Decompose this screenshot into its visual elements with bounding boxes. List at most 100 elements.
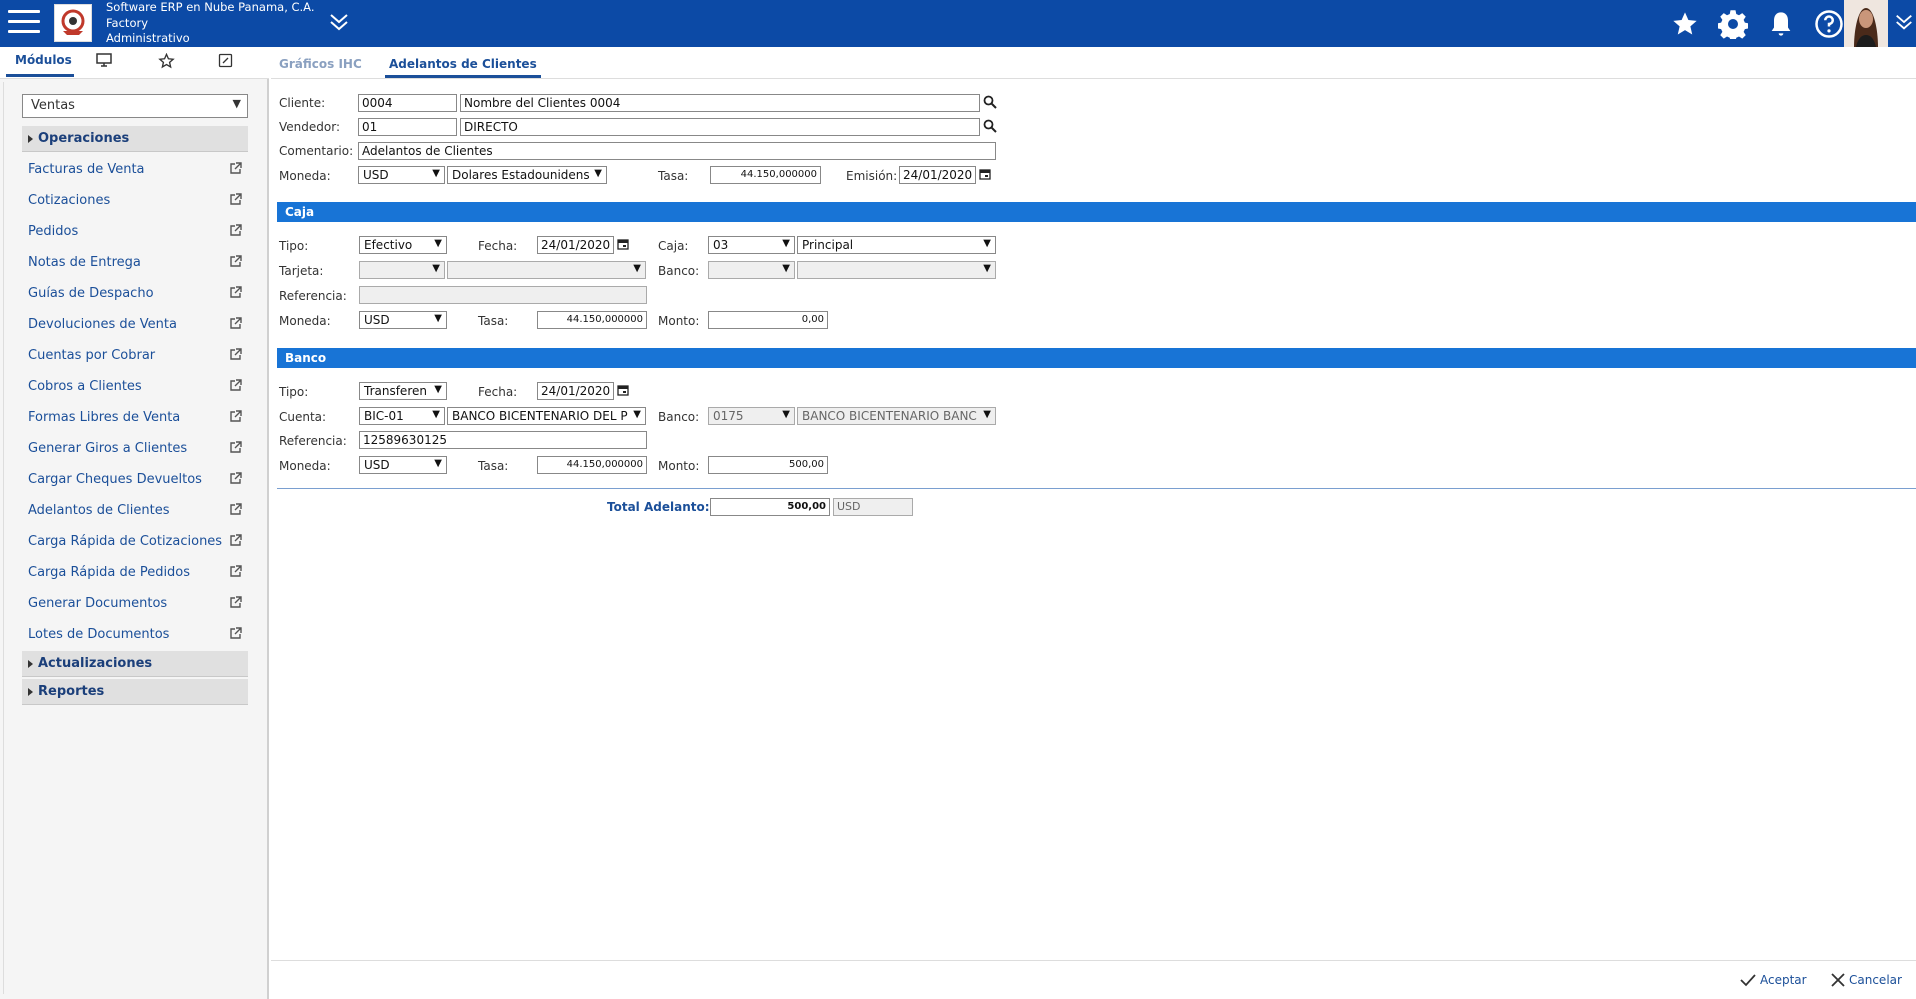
group-reportes[interactable]: Reportes [22, 679, 248, 705]
banco-referencia-field[interactable]: 12589630125 [359, 431, 647, 449]
external-link-icon[interactable] [229, 255, 242, 272]
external-link-icon[interactable] [229, 193, 242, 210]
dropdown-arrow-icon: ▼ [594, 168, 602, 179]
avatar[interactable] [1844, 0, 1888, 47]
tasa-field[interactable]: 44.150,000000 [710, 166, 821, 184]
banco-tasa-field[interactable]: 44.150,000000 [537, 456, 647, 474]
dropdown-arrow-icon: ▼ [434, 238, 442, 249]
external-link-icon[interactable] [229, 162, 242, 179]
sidebar-item[interactable]: Devoluciones de Venta [22, 309, 248, 340]
banco-fecha-field[interactable]: 24/01/2020 [537, 382, 614, 400]
cliente-name-field[interactable]: Nombre del Clientes 0004 [460, 94, 980, 112]
tab-graficos-ihc[interactable]: Gráficos IHC [279, 57, 362, 71]
star-icon[interactable] [1668, 7, 1702, 41]
calendar-icon[interactable] [617, 384, 629, 399]
sidebar-item[interactable]: Cotizaciones [22, 185, 248, 216]
external-link-icon[interactable] [229, 472, 242, 489]
help-icon[interactable] [1812, 7, 1846, 41]
sidebar-item[interactable]: Lotes de Documentos [22, 619, 248, 650]
sidebar-item[interactable]: Adelantos de Clientes [22, 495, 248, 526]
comentario-field[interactable]: Adelantos de Clientes [358, 142, 996, 160]
external-link-icon[interactable] [229, 224, 242, 241]
tarjeta-name-select[interactable]: ▼ [447, 261, 646, 279]
external-link-icon[interactable] [229, 565, 242, 582]
sidebar-item[interactable]: Cobros a Clientes [22, 371, 248, 402]
sidebar-item[interactable]: Facturas de Venta [22, 154, 248, 185]
sidebar-item[interactable]: Cuentas por Cobrar [22, 340, 248, 371]
star-icon[interactable] [158, 52, 175, 77]
chevron-down-icon[interactable] [328, 12, 350, 35]
banco-code-select[interactable]: 0175 ▼ [708, 407, 795, 425]
module-select-value: Ventas [31, 98, 75, 113]
sidebar-item[interactable]: Generar Giros a Clientes [22, 433, 248, 464]
external-link-icon[interactable] [229, 410, 242, 427]
divider [277, 488, 1916, 489]
caja-tipo-select[interactable]: Efectivo ▼ [359, 236, 447, 254]
group-actualizaciones[interactable]: Actualizaciones [22, 651, 248, 677]
comentario-label: Comentario: [279, 144, 354, 158]
moneda-select-value: USD [363, 168, 389, 182]
search-icon[interactable] [983, 95, 997, 112]
sidebar-item[interactable]: Carga Rápida de Cotizaciones [22, 526, 248, 557]
module-select[interactable]: Ventas ▼ [22, 94, 248, 118]
sidebar-item[interactable]: Carga Rápida de Pedidos [22, 557, 248, 588]
group-operaciones[interactable]: Operaciones [22, 126, 248, 152]
sidebar-item[interactable]: Formas Libres de Venta [22, 402, 248, 433]
accept-button[interactable]: Aceptar [1740, 973, 1807, 987]
banco-tipo-select[interactable]: Transferen ▼ [359, 382, 447, 400]
external-link-icon[interactable] [229, 317, 242, 334]
caja-moneda-label: Moneda: [279, 314, 331, 328]
caja-banco-select[interactable]: ▼ [708, 261, 795, 279]
caja-banco-name-select[interactable]: ▼ [797, 261, 996, 279]
sidebar-item[interactable]: Notas de Entrega [22, 247, 248, 278]
caja-referencia-field[interactable] [359, 286, 647, 304]
chevron-down-icon[interactable] [1894, 12, 1914, 35]
external-link-icon[interactable] [229, 286, 242, 303]
calendar-icon[interactable] [979, 168, 991, 183]
menu-icon[interactable] [8, 10, 40, 36]
tab-modulos[interactable]: Módulos [6, 53, 74, 77]
moneda-name-select[interactable]: Dolares Estadounidens ▼ [447, 166, 607, 184]
external-link-icon[interactable] [229, 441, 242, 458]
tab-adelantos-clientes[interactable]: Adelantos de Clientes [385, 57, 541, 78]
tarjeta-select[interactable]: ▼ [359, 261, 445, 279]
external-link-icon[interactable] [229, 348, 242, 365]
monitor-icon[interactable] [96, 53, 112, 77]
banco-moneda-select[interactable]: USD ▼ [359, 456, 447, 474]
caja-moneda-select[interactable]: USD ▼ [359, 311, 447, 329]
banco-monto-field[interactable]: 500,00 [708, 456, 828, 474]
sidebar-item[interactable]: Cargar Cheques Devueltos [22, 464, 248, 495]
sidebar-item[interactable]: Generar Documentos [22, 588, 248, 619]
calendar-icon[interactable] [617, 238, 629, 253]
tasa-label: Tasa: [658, 169, 689, 183]
edit-note-icon[interactable] [218, 53, 233, 77]
external-link-icon[interactable] [229, 596, 242, 613]
tarjeta-label: Tarjeta: [279, 264, 324, 278]
cancel-button[interactable]: Cancelar [1831, 973, 1902, 987]
gear-icon[interactable] [1716, 7, 1750, 41]
sidebar-item[interactable]: Pedidos [22, 216, 248, 247]
vendedor-code-field[interactable]: 01 [358, 118, 457, 136]
caja-monto-field[interactable]: 0,00 [708, 311, 828, 329]
emision-date-field[interactable]: 24/01/2020 [899, 166, 976, 184]
caja-tasa-field[interactable]: 44.150,000000 [537, 311, 647, 329]
cuenta-code-select[interactable]: BIC-01 ▼ [359, 407, 445, 425]
sidebar-item[interactable]: Guías de Despacho [22, 278, 248, 309]
external-link-icon[interactable] [229, 503, 242, 520]
external-link-icon[interactable] [229, 534, 242, 551]
search-icon[interactable] [983, 119, 997, 136]
vendedor-name-field[interactable]: DIRECTO [460, 118, 980, 136]
caja-code-value: 03 [713, 238, 729, 252]
moneda-select[interactable]: USD ▼ [358, 166, 445, 184]
banco-name-select[interactable]: BANCO BICENTENARIO BANC ▼ [797, 407, 996, 425]
external-link-icon[interactable] [229, 627, 242, 644]
sidebar-item-label: Facturas de Venta [28, 162, 145, 177]
cliente-code-field[interactable]: 0004 [358, 94, 457, 112]
external-link-icon[interactable] [229, 379, 242, 396]
bell-icon[interactable] [1764, 7, 1798, 41]
accept-label: Aceptar [1760, 973, 1807, 987]
caja-name-select[interactable]: Principal ▼ [797, 236, 996, 254]
caja-fecha-field[interactable]: 24/01/2020 [537, 236, 614, 254]
caja-code-select[interactable]: 03 ▼ [708, 236, 795, 254]
cuenta-name-select[interactable]: BANCO BICENTENARIO DEL P ▼ [447, 407, 646, 425]
